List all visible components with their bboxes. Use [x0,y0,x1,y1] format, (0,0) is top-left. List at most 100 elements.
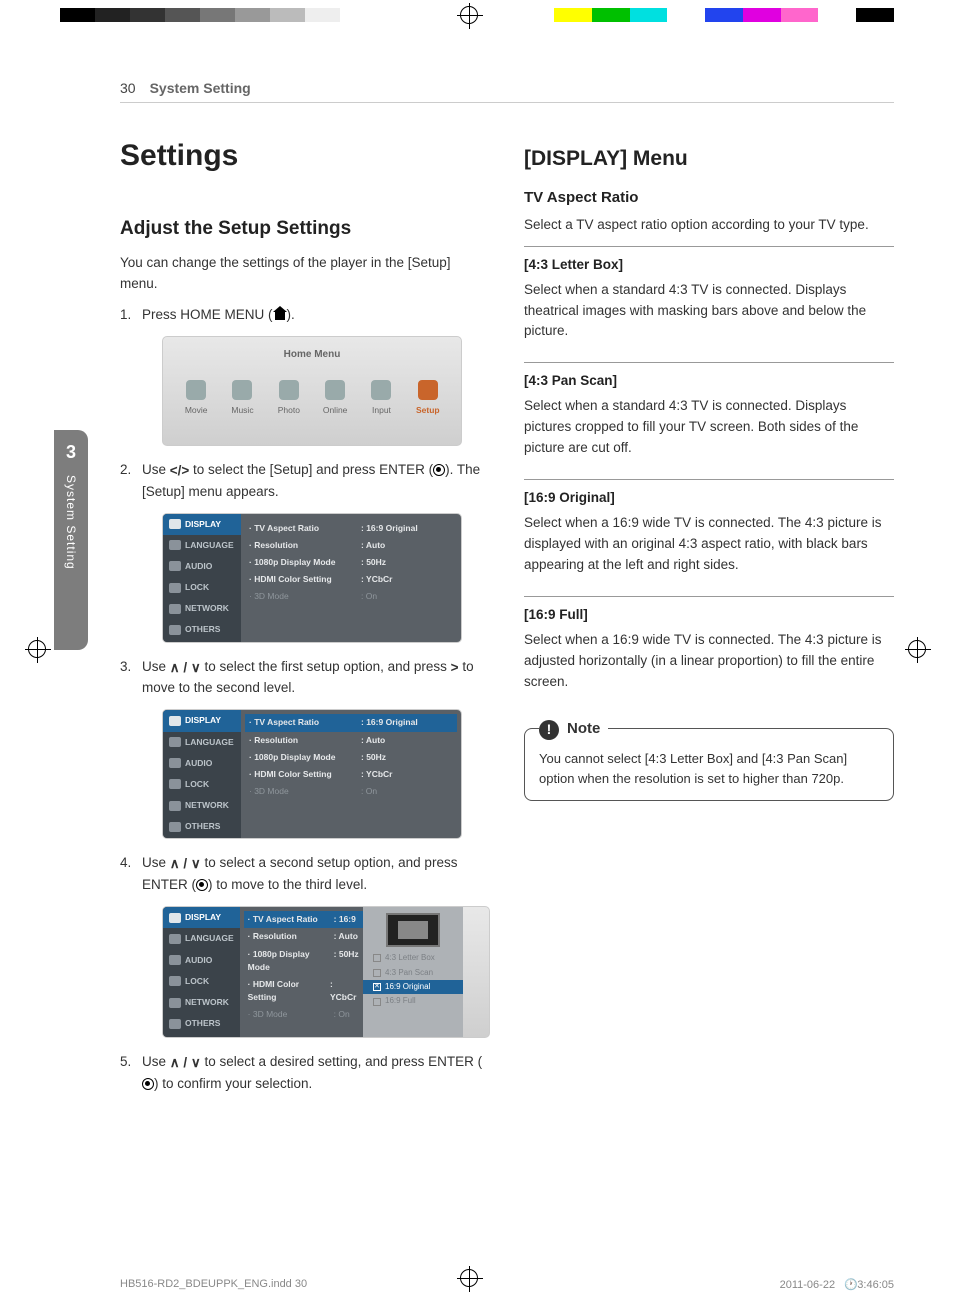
option-title: [4:3 Letter Box] [524,255,894,276]
setup-side-item: DISPLAY [163,907,240,928]
clock-icon: 🕐 [844,1278,854,1291]
aspect-option-block: [16:9 Full] Select when a 16:9 wide TV is… [524,596,894,713]
chapter-number: 3 [66,442,76,463]
setup-row: TV Aspect Ratio16:9 Original [249,520,453,537]
option-body: Select when a standard 4:3 TV is connect… [524,396,894,459]
page-header: 30 System Setting [120,80,894,103]
aspect-option-block: [16:9 Original] Select when a 16:9 wide T… [524,479,894,596]
home-menu-item: Photo [270,380,308,417]
category-icon [169,801,181,811]
setup-row: 3D ModeOn [249,783,453,800]
setup-side-item: NETWORK [163,795,241,816]
step-4: Use ∧ / ∨ to select a second setup optio… [120,853,490,1038]
option-body: Select when a 16:9 wide TV is connected.… [524,513,894,576]
home-menu-item: Setup [409,380,447,417]
home-menu-item: Movie [177,380,215,417]
category-icon [169,625,181,635]
option-body: Select when a 16:9 wide TV is connected.… [524,630,894,693]
option-title: [16:9 Original] [524,488,894,509]
page-number: 30 [120,80,136,96]
category-icon [169,716,181,726]
category-icon [169,519,181,529]
category-icon [169,604,181,614]
tv-aspect-heading: TV Aspect Ratio [524,186,894,209]
setup-row: HDMI Color SettingYCbCr [248,976,360,1006]
setup-row: 3D ModeOn [249,588,453,605]
intro-text: You can change the settings of the playe… [120,253,490,295]
registration-mark-icon [28,640,46,658]
home-menu-item: Music [223,380,261,417]
note-box: ! Note You cannot select [4:3 Letter Box… [524,728,894,801]
setup-row: TV Aspect Ratio16:9 [244,911,364,928]
enter-icon [196,879,208,891]
note-body: You cannot select [4:3 Letter Box] and [… [539,751,847,786]
step-1: Press HOME MENU (). Home Menu MovieMusic… [120,305,490,446]
footer-time: 3:46:05 [857,1279,894,1291]
preview-icon [386,913,440,947]
setup-row: HDMI Color SettingYCbCr [249,766,453,783]
home-menu-item: Input [362,380,400,417]
category-icon [169,934,181,944]
page-section: System Setting [150,80,251,96]
setup-side-item: LANGUAGE [163,928,240,949]
setup-side-item: AUDIO [163,556,241,577]
page-footer: HB516-RD2_BDEUPPK_ENG.indd 30 2011-06-22… [120,1278,894,1291]
up-down-icon: ∧ / ∨ [170,854,201,875]
setup-row: 1080p Display Mode50Hz [249,554,453,571]
registration-mark-icon [908,640,926,658]
category-icon [169,561,181,571]
setup-side-item: DISPLAY [163,514,241,535]
setup-side-item: OTHERS [163,619,241,640]
option-title: [16:9 Full] [524,605,894,626]
setup-side-item: LOCK [163,774,241,795]
category-icon [169,758,181,768]
menu-icon [186,380,206,400]
setup-row: HDMI Color SettingYCbCr [249,571,453,588]
step-3: Use ∧ / ∨ to select the first setup opti… [120,657,490,840]
footer-date: 2011-06-22 [780,1279,835,1291]
menu-icon [371,380,391,400]
setup-side-item: AUDIO [163,753,241,774]
footer-file: HB516-RD2_BDEUPPK_ENG.indd 30 [120,1278,307,1291]
setup-side-item: LOCK [163,577,241,598]
setup-menu-screenshot-1: DISPLAYLANGUAGEAUDIOLOCKNETWORKOTHERS TV… [162,513,462,643]
step-2: Use </> to select the [Setup] and press … [120,460,490,643]
right-icon: > [451,658,459,679]
home-menu-title: Home Menu [163,337,461,375]
aspect-option-block: [4:3 Letter Box] Select when a standard 4… [524,246,894,363]
step-5: Use ∧ / ∨ to select a desired setting, a… [120,1052,490,1095]
home-menu-screenshot: Home Menu MovieMusicPhotoOnlineInputSetu… [162,336,462,446]
enter-icon [142,1078,154,1090]
enter-icon [433,464,445,476]
setup-side-item: LOCK [163,971,240,992]
registration-mark-icon [460,6,478,24]
note-icon: ! [539,720,559,740]
menu-icon [232,380,252,400]
setup-row: ResolutionAuto [248,928,360,945]
setup-side-item: NETWORK [163,598,241,619]
option-body: Select when a standard 4:3 TV is connect… [524,280,894,343]
aspect-intro: Select a TV aspect ratio option accordin… [524,215,894,236]
aspect-option: 4:3 Pan Scan [363,966,463,980]
display-menu-heading: [DISPLAY] Menu [524,143,894,176]
note-label: Note [567,718,600,741]
setup-side-item: DISPLAY [163,710,241,731]
category-icon [169,1019,181,1029]
aspect-option: 16:9 Full [363,994,463,1008]
up-down-icon: ∧ / ∨ [170,1053,201,1074]
menu-icon [279,380,299,400]
setup-row: TV Aspect Ratio16:9 Original [245,714,457,731]
chapter-label: System Setting [64,475,78,570]
aspect-option-block: [4:3 Pan Scan]Select when a standard 4:3… [524,362,894,479]
category-icon [169,822,181,832]
left-right-icon: </> [170,461,190,482]
setup-row: 1080p Display Mode50Hz [249,749,453,766]
home-menu-item: Online [316,380,354,417]
setup-side-item: OTHERS [163,1013,240,1034]
setup-side-item: AUDIO [163,950,240,971]
page-title: Settings [120,133,490,180]
section-heading: Adjust the Setup Settings [120,214,490,243]
setup-side-item: OTHERS [163,816,241,837]
setup-menu-screenshot-3: DISPLAYLANGUAGEAUDIOLOCKNETWORKOTHERS TV… [162,906,490,1038]
category-icon [169,779,181,789]
